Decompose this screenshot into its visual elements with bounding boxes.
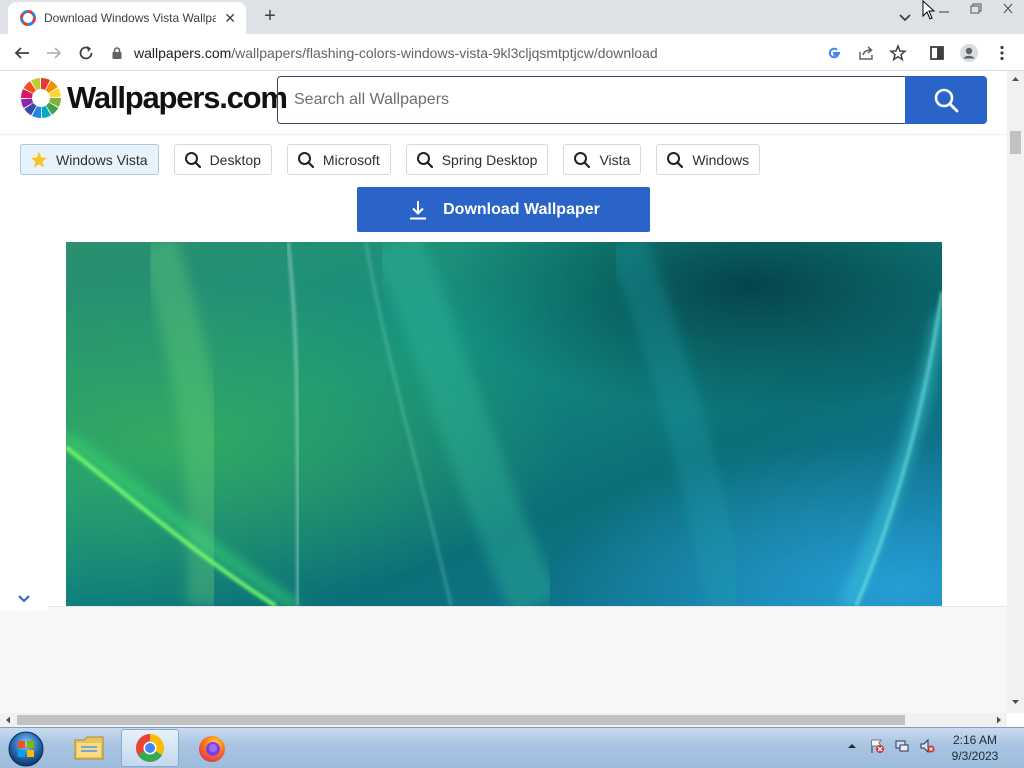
clock-time: 2:16 AM [952,733,998,747]
back-button[interactable] [11,42,33,64]
url-host: wallpapers.com [134,45,232,61]
windows-taskbar: 2:16 AM 9/3/2023 [0,727,1024,768]
scroll-left-arrow-icon[interactable] [3,713,13,727]
profile-button[interactable] [959,43,979,63]
new-tab-button[interactable]: + [259,6,281,28]
collapse-toggle[interactable] [0,586,48,611]
vertical-scroll-thumb[interactable] [1010,131,1021,154]
taskbar-chrome[interactable] [121,729,179,767]
google-g-icon [828,47,840,59]
side-panel-icon [930,46,944,60]
url-path: /wallpapers/flashing-colors-windows-vist… [231,45,658,61]
tab-close-icon[interactable]: ✕ [222,10,238,26]
reload-icon [79,46,93,60]
wallpaper-preview-image[interactable] [66,242,942,606]
close-icon [1003,3,1013,14]
search-icon [184,151,201,168]
search-input[interactable] [294,91,874,109]
reload-button[interactable] [75,42,97,64]
tag-microsoft[interactable]: Microsoft [286,144,391,175]
download-icon [410,200,427,219]
tag-spring-desktop[interactable]: Spring Desktop [405,144,549,175]
site-header: Wallpapers.com [0,71,1007,135]
search-icon [574,151,591,168]
close-window-button[interactable] [992,0,1024,18]
lock-icon [112,47,122,59]
firefox-icon [199,736,225,762]
vertical-scrollbar[interactable] [1007,71,1024,713]
mouse-cursor-icon [922,0,936,20]
network-icon[interactable] [894,738,910,754]
google-lens-button[interactable] [824,43,844,63]
arrow-right-icon [47,47,62,59]
scroll-up-arrow-icon[interactable] [1007,74,1024,84]
tag-windows-vista[interactable]: Windows Vista [20,144,159,175]
minimize-icon [939,11,949,13]
related-tags: Windows Vista Desktop Microsoft Spring D… [20,144,775,175]
tag-label: Vista [599,151,631,168]
share-button[interactable] [856,43,876,63]
side-panel-button[interactable] [927,43,947,63]
taskbar-file-explorer[interactable] [60,729,118,767]
site-logo[interactable]: Wallpapers.com [20,77,288,119]
browser-menu-button[interactable] [992,43,1012,63]
download-label: Download Wallpaper [443,200,600,218]
search-icon [416,151,433,168]
folder-icon [74,736,104,760]
browser-tab[interactable]: Download Windows Vista Wallpa ✕ [8,2,246,34]
search-field-wrapper [277,76,906,124]
horizontal-scrollbar[interactable] [0,713,1007,727]
chrome-icon [136,734,164,762]
action-center-flag-icon[interactable] [869,738,885,754]
search-icon [297,151,315,168]
volume-muted-icon[interactable] [919,738,935,754]
forward-button[interactable] [43,42,65,64]
web-page: Wallpapers.com Windows Vista Desktop Mic… [0,71,1007,713]
tag-vista[interactable]: Vista [563,144,642,175]
scroll-down-arrow-icon[interactable] [1007,697,1024,707]
restore-icon [970,3,982,14]
tab-title: Download Windows Vista Wallpa [44,11,217,25]
taskbar-firefox[interactable] [183,729,241,767]
system-tray [844,738,944,754]
restore-button[interactable] [960,0,992,18]
bookmark-button[interactable] [888,43,908,63]
share-icon [859,46,873,60]
star-outline-icon [889,44,907,62]
download-wallpaper-button[interactable]: Download Wallpaper [357,187,650,232]
arrow-left-icon [14,47,29,59]
taskbar-clock[interactable]: 2:16 AM 9/3/2023 [940,732,1010,764]
wallpapers-favicon-icon [20,10,36,26]
clock-date: 9/3/2023 [951,749,999,763]
tag-label: Windows Vista [56,151,148,168]
color-wheel-logo-icon [21,78,61,118]
window-controls [928,0,1024,20]
logo-text: Wallpapers.com [67,80,288,115]
scroll-right-arrow-icon[interactable] [994,713,1004,727]
tag-label: Desktop [209,151,261,168]
tag-desktop[interactable]: Desktop [173,144,272,175]
start-button[interactable] [6,729,46,768]
search-icon [934,88,959,113]
browser-toolbar: wallpapers.com/wallpapers/flashing-color… [0,34,1024,71]
avatar-icon [960,44,978,62]
search-button[interactable] [905,76,987,124]
tab-strip: Download Windows Vista Wallpa ✕ + [0,0,1024,34]
tag-label: Microsoft [322,151,380,168]
chevron-down-icon [18,594,30,602]
url-text: wallpapers.com/wallpapers/flashing-color… [134,45,658,61]
tag-label: Windows [692,151,750,168]
tag-label: Spring Desktop [441,151,538,168]
tag-windows[interactable]: Windows [656,144,761,175]
horizontal-scroll-thumb[interactable] [17,715,905,725]
star-icon [31,151,47,167]
address-bar[interactable]: wallpapers.com/wallpapers/flashing-color… [110,39,910,67]
search-icon [667,151,684,168]
show-hidden-icons-icon[interactable] [844,738,860,754]
kebab-menu-icon [1000,45,1004,61]
tab-search-chevron-icon[interactable] [896,8,914,26]
below-image-area [0,606,1007,713]
